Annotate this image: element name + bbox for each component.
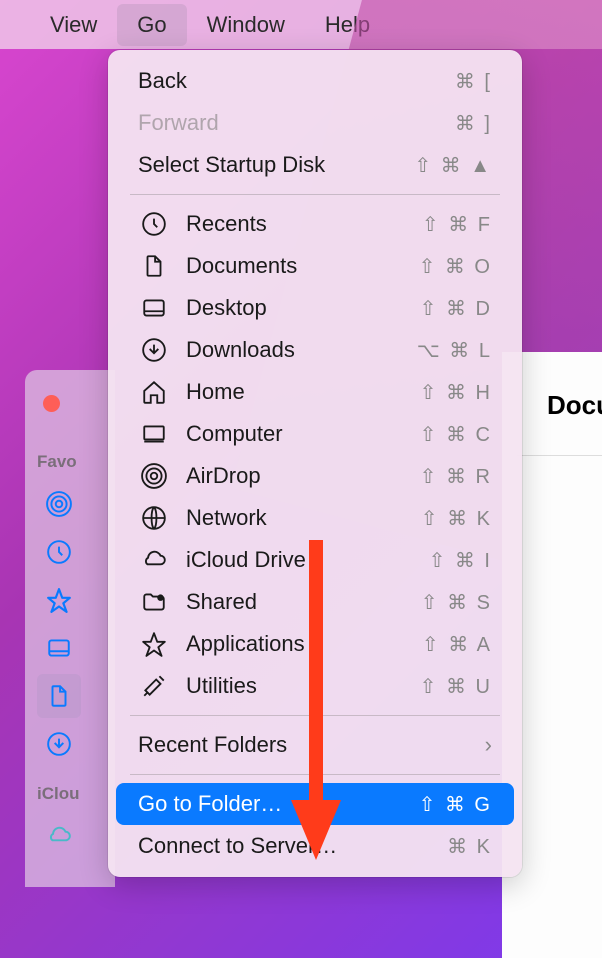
menu-back-label: Back bbox=[138, 68, 455, 94]
menu-divider bbox=[130, 715, 500, 716]
menu-documents-shortcut: ⇧ ⌘ O bbox=[419, 254, 492, 279]
menu-home[interactable]: Home ⇧ ⌘ H bbox=[116, 371, 514, 413]
sidebar-desktop[interactable] bbox=[37, 626, 81, 670]
menu-desktop[interactable]: Desktop ⇧ ⌘ D bbox=[116, 287, 514, 329]
menu-desktop-label: Desktop bbox=[186, 295, 420, 321]
menu-goto-label: Go to Folder… bbox=[138, 791, 419, 817]
menu-applications-shortcut: ⇧ ⌘ A bbox=[422, 632, 492, 657]
menubar-go[interactable]: Go bbox=[117, 4, 186, 46]
clock-icon bbox=[138, 211, 170, 237]
menubar-window[interactable]: Window bbox=[187, 4, 305, 46]
window-close-button[interactable] bbox=[43, 395, 60, 412]
go-menu-dropdown: Back ⌘ [ Forward ⌘ ] Select Startup Disk… bbox=[108, 50, 522, 877]
menu-shared[interactable]: Shared ⇧ ⌘ S bbox=[116, 581, 514, 623]
menu-startup-disk[interactable]: Select Startup Disk ⇧ ⌘ ▲ bbox=[116, 144, 514, 186]
sidebar-icloud-label: iClou bbox=[37, 784, 103, 804]
menu-desktop-shortcut: ⇧ ⌘ D bbox=[420, 296, 492, 321]
globe-icon bbox=[138, 505, 170, 531]
shared-folder-icon bbox=[138, 589, 170, 615]
menu-network[interactable]: Network ⇧ ⌘ K bbox=[116, 497, 514, 539]
menu-documents-label: Documents bbox=[186, 253, 419, 279]
menu-downloads-label: Downloads bbox=[186, 337, 417, 363]
menu-applications-label: Applications bbox=[186, 631, 422, 657]
menu-shared-shortcut: ⇧ ⌘ S bbox=[421, 590, 492, 615]
menu-recents-shortcut: ⇧ ⌘ F bbox=[422, 212, 492, 237]
menu-back-shortcut: ⌘ [ bbox=[455, 69, 492, 94]
menu-shared-label: Shared bbox=[186, 589, 421, 615]
menu-utilities-shortcut: ⇧ ⌘ U bbox=[420, 674, 492, 699]
finder-sidebar: Favo iClou bbox=[25, 370, 115, 887]
menu-home-label: Home bbox=[186, 379, 420, 405]
airdrop-icon bbox=[138, 463, 170, 489]
menu-go-to-folder[interactable]: Go to Folder… ⇧ ⌘ G bbox=[116, 783, 514, 825]
content-title: Docu bbox=[547, 390, 602, 421]
menu-forward-shortcut: ⌘ ] bbox=[455, 111, 492, 136]
content-header-divider bbox=[517, 455, 602, 456]
menu-icloud-shortcut: ⇧ ⌘ I bbox=[429, 548, 492, 573]
menu-airdrop-shortcut: ⇧ ⌘ R bbox=[420, 464, 492, 489]
computer-icon bbox=[138, 421, 170, 447]
applications-icon bbox=[138, 631, 170, 657]
sidebar-icloud-drive[interactable] bbox=[37, 814, 81, 858]
menu-startup-label: Select Startup Disk bbox=[138, 152, 414, 178]
sidebar-documents[interactable] bbox=[37, 674, 81, 718]
sidebar-applications[interactable] bbox=[37, 578, 81, 622]
menu-documents[interactable]: Documents ⇧ ⌘ O bbox=[116, 245, 514, 287]
menu-back[interactable]: Back ⌘ [ bbox=[116, 60, 514, 102]
menu-network-shortcut: ⇧ ⌘ K bbox=[421, 506, 492, 531]
menu-recent-folders[interactable]: Recent Folders › bbox=[116, 724, 514, 766]
menu-icloud-drive[interactable]: iCloud Drive ⇧ ⌘ I bbox=[116, 539, 514, 581]
tools-icon bbox=[138, 673, 170, 699]
chevron-right-icon: › bbox=[485, 732, 492, 758]
menu-forward: Forward ⌘ ] bbox=[116, 102, 514, 144]
menu-network-label: Network bbox=[186, 505, 421, 531]
desktop-icon bbox=[138, 295, 170, 321]
menu-icloud-label: iCloud Drive bbox=[186, 547, 429, 573]
home-icon bbox=[138, 379, 170, 405]
cloud-icon bbox=[138, 547, 170, 573]
menu-applications[interactable]: Applications ⇧ ⌘ A bbox=[116, 623, 514, 665]
menu-airdrop-label: AirDrop bbox=[186, 463, 420, 489]
menu-utilities[interactable]: Utilities ⇧ ⌘ U bbox=[116, 665, 514, 707]
menu-home-shortcut: ⇧ ⌘ H bbox=[420, 380, 492, 405]
menu-computer-shortcut: ⇧ ⌘ C bbox=[420, 422, 492, 447]
sidebar-recents[interactable] bbox=[37, 530, 81, 574]
menu-computer-label: Computer bbox=[186, 421, 420, 447]
menu-utilities-label: Utilities bbox=[186, 673, 420, 699]
menu-goto-shortcut: ⇧ ⌘ G bbox=[419, 792, 492, 817]
menu-recents-label: Recents bbox=[186, 211, 422, 237]
sidebar-favorites-label: Favo bbox=[37, 452, 103, 472]
menu-divider bbox=[130, 774, 500, 775]
menu-airdrop[interactable]: AirDrop ⇧ ⌘ R bbox=[116, 455, 514, 497]
menubar-view[interactable]: View bbox=[30, 4, 117, 46]
sidebar-airdrop[interactable] bbox=[37, 482, 81, 526]
download-icon bbox=[138, 337, 170, 363]
menu-connect-server[interactable]: Connect to Server… ⌘ K bbox=[116, 825, 514, 867]
menu-startup-shortcut: ⇧ ⌘ ▲ bbox=[414, 153, 492, 178]
menu-recents[interactable]: Recents ⇧ ⌘ F bbox=[116, 203, 514, 245]
menu-computer[interactable]: Computer ⇧ ⌘ C bbox=[116, 413, 514, 455]
menu-connect-shortcut: ⌘ K bbox=[447, 834, 492, 859]
sidebar-downloads[interactable] bbox=[37, 722, 81, 766]
menu-recent-folders-label: Recent Folders bbox=[138, 732, 485, 758]
menu-downloads-shortcut: ⌥ ⌘ L bbox=[417, 338, 492, 363]
menu-forward-label: Forward bbox=[138, 110, 455, 136]
document-icon bbox=[138, 253, 170, 279]
menu-downloads[interactable]: Downloads ⌥ ⌘ L bbox=[116, 329, 514, 371]
menu-divider bbox=[130, 194, 500, 195]
menu-connect-label: Connect to Server… bbox=[138, 833, 447, 859]
